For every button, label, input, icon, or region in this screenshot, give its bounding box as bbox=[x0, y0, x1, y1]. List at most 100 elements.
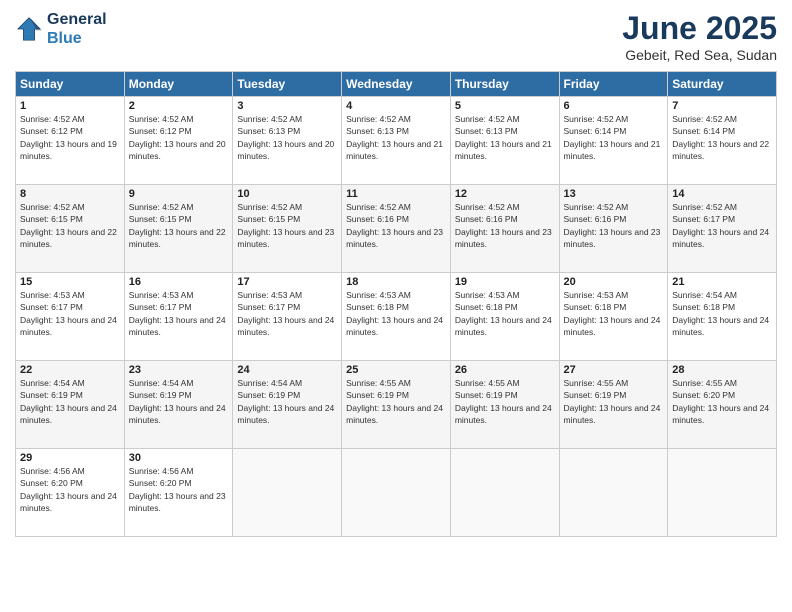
cell-info: Sunrise: 4:52 AMSunset: 6:15 PMDaylight:… bbox=[20, 202, 117, 249]
calendar-cell: 11 Sunrise: 4:52 AMSunset: 6:16 PMDaylig… bbox=[342, 185, 451, 273]
calendar-cell: 1 Sunrise: 4:52 AMSunset: 6:12 PMDayligh… bbox=[16, 97, 125, 185]
header: General Blue June 2025 Gebeit, Red Sea, … bbox=[15, 10, 777, 63]
day-header-thursday: Thursday bbox=[450, 72, 559, 97]
cell-info: Sunrise: 4:52 AMSunset: 6:15 PMDaylight:… bbox=[237, 202, 334, 249]
day-number: 16 bbox=[129, 276, 229, 288]
day-number: 7 bbox=[672, 100, 772, 112]
calendar-cell: 25 Sunrise: 4:55 AMSunset: 6:19 PMDaylig… bbox=[342, 361, 451, 449]
day-number: 26 bbox=[455, 364, 555, 376]
cell-info: Sunrise: 4:53 AMSunset: 6:18 PMDaylight:… bbox=[455, 290, 552, 337]
day-number: 24 bbox=[237, 364, 337, 376]
logo-icon bbox=[15, 15, 43, 43]
calendar-cell bbox=[559, 449, 668, 537]
location-subtitle: Gebeit, Red Sea, Sudan bbox=[622, 47, 777, 63]
cell-info: Sunrise: 4:56 AMSunset: 6:20 PMDaylight:… bbox=[20, 466, 117, 513]
calendar-cell: 15 Sunrise: 4:53 AMSunset: 6:17 PMDaylig… bbox=[16, 273, 125, 361]
cell-info: Sunrise: 4:52 AMSunset: 6:16 PMDaylight:… bbox=[455, 202, 552, 249]
calendar-cell: 5 Sunrise: 4:52 AMSunset: 6:13 PMDayligh… bbox=[450, 97, 559, 185]
day-number: 30 bbox=[129, 452, 229, 464]
cell-info: Sunrise: 4:55 AMSunset: 6:19 PMDaylight:… bbox=[346, 378, 443, 425]
logo: General Blue bbox=[15, 10, 107, 48]
calendar-cell: 2 Sunrise: 4:52 AMSunset: 6:12 PMDayligh… bbox=[124, 97, 233, 185]
day-header-wednesday: Wednesday bbox=[342, 72, 451, 97]
calendar-cell: 22 Sunrise: 4:54 AMSunset: 6:19 PMDaylig… bbox=[16, 361, 125, 449]
cell-info: Sunrise: 4:55 AMSunset: 6:19 PMDaylight:… bbox=[455, 378, 552, 425]
calendar-cell: 28 Sunrise: 4:55 AMSunset: 6:20 PMDaylig… bbox=[668, 361, 777, 449]
calendar-week-3: 15 Sunrise: 4:53 AMSunset: 6:17 PMDaylig… bbox=[16, 273, 777, 361]
calendar-week-4: 22 Sunrise: 4:54 AMSunset: 6:19 PMDaylig… bbox=[16, 361, 777, 449]
day-number: 28 bbox=[672, 364, 772, 376]
calendar-cell bbox=[342, 449, 451, 537]
page: General Blue June 2025 Gebeit, Red Sea, … bbox=[0, 0, 792, 612]
cell-info: Sunrise: 4:53 AMSunset: 6:18 PMDaylight:… bbox=[564, 290, 661, 337]
day-number: 6 bbox=[564, 100, 664, 112]
day-header-monday: Monday bbox=[124, 72, 233, 97]
cell-info: Sunrise: 4:52 AMSunset: 6:13 PMDaylight:… bbox=[346, 114, 443, 161]
logo-general: General bbox=[47, 10, 107, 29]
calendar-cell: 27 Sunrise: 4:55 AMSunset: 6:19 PMDaylig… bbox=[559, 361, 668, 449]
calendar-cell: 23 Sunrise: 4:54 AMSunset: 6:19 PMDaylig… bbox=[124, 361, 233, 449]
calendar-cell: 8 Sunrise: 4:52 AMSunset: 6:15 PMDayligh… bbox=[16, 185, 125, 273]
cell-info: Sunrise: 4:53 AMSunset: 6:18 PMDaylight:… bbox=[346, 290, 443, 337]
calendar-cell: 13 Sunrise: 4:52 AMSunset: 6:16 PMDaylig… bbox=[559, 185, 668, 273]
cell-info: Sunrise: 4:55 AMSunset: 6:19 PMDaylight:… bbox=[564, 378, 661, 425]
calendar-cell: 7 Sunrise: 4:52 AMSunset: 6:14 PMDayligh… bbox=[668, 97, 777, 185]
cell-info: Sunrise: 4:52 AMSunset: 6:16 PMDaylight:… bbox=[564, 202, 661, 249]
day-number: 22 bbox=[20, 364, 120, 376]
cell-info: Sunrise: 4:53 AMSunset: 6:17 PMDaylight:… bbox=[237, 290, 334, 337]
day-number: 20 bbox=[564, 276, 664, 288]
day-header-saturday: Saturday bbox=[668, 72, 777, 97]
cell-info: Sunrise: 4:54 AMSunset: 6:18 PMDaylight:… bbox=[672, 290, 769, 337]
day-number: 13 bbox=[564, 188, 664, 200]
day-number: 14 bbox=[672, 188, 772, 200]
day-number: 17 bbox=[237, 276, 337, 288]
day-number: 21 bbox=[672, 276, 772, 288]
cell-info: Sunrise: 4:52 AMSunset: 6:13 PMDaylight:… bbox=[237, 114, 334, 161]
calendar-cell bbox=[668, 449, 777, 537]
calendar-week-2: 8 Sunrise: 4:52 AMSunset: 6:15 PMDayligh… bbox=[16, 185, 777, 273]
day-number: 5 bbox=[455, 100, 555, 112]
calendar-cell: 10 Sunrise: 4:52 AMSunset: 6:15 PMDaylig… bbox=[233, 185, 342, 273]
day-number: 4 bbox=[346, 100, 446, 112]
cell-info: Sunrise: 4:52 AMSunset: 6:13 PMDaylight:… bbox=[455, 114, 552, 161]
calendar-cell: 30 Sunrise: 4:56 AMSunset: 6:20 PMDaylig… bbox=[124, 449, 233, 537]
calendar-cell: 16 Sunrise: 4:53 AMSunset: 6:17 PMDaylig… bbox=[124, 273, 233, 361]
calendar-cell: 17 Sunrise: 4:53 AMSunset: 6:17 PMDaylig… bbox=[233, 273, 342, 361]
calendar-table: SundayMondayTuesdayWednesdayThursdayFrid… bbox=[15, 71, 777, 537]
title-block: June 2025 Gebeit, Red Sea, Sudan bbox=[622, 10, 777, 63]
cell-info: Sunrise: 4:52 AMSunset: 6:14 PMDaylight:… bbox=[672, 114, 769, 161]
calendar-cell bbox=[233, 449, 342, 537]
cell-info: Sunrise: 4:54 AMSunset: 6:19 PMDaylight:… bbox=[20, 378, 117, 425]
calendar-cell: 20 Sunrise: 4:53 AMSunset: 6:18 PMDaylig… bbox=[559, 273, 668, 361]
calendar-cell: 14 Sunrise: 4:52 AMSunset: 6:17 PMDaylig… bbox=[668, 185, 777, 273]
cell-info: Sunrise: 4:52 AMSunset: 6:16 PMDaylight:… bbox=[346, 202, 443, 249]
calendar-header-row: SundayMondayTuesdayWednesdayThursdayFrid… bbox=[16, 72, 777, 97]
day-number: 18 bbox=[346, 276, 446, 288]
day-number: 9 bbox=[129, 188, 229, 200]
day-header-sunday: Sunday bbox=[16, 72, 125, 97]
cell-info: Sunrise: 4:52 AMSunset: 6:12 PMDaylight:… bbox=[129, 114, 226, 161]
cell-info: Sunrise: 4:53 AMSunset: 6:17 PMDaylight:… bbox=[20, 290, 117, 337]
day-number: 23 bbox=[129, 364, 229, 376]
day-number: 12 bbox=[455, 188, 555, 200]
cell-info: Sunrise: 4:52 AMSunset: 6:12 PMDaylight:… bbox=[20, 114, 117, 161]
cell-info: Sunrise: 4:54 AMSunset: 6:19 PMDaylight:… bbox=[129, 378, 226, 425]
calendar-week-1: 1 Sunrise: 4:52 AMSunset: 6:12 PMDayligh… bbox=[16, 97, 777, 185]
day-number: 27 bbox=[564, 364, 664, 376]
logo-text-block: General Blue bbox=[47, 10, 107, 48]
cell-info: Sunrise: 4:55 AMSunset: 6:20 PMDaylight:… bbox=[672, 378, 769, 425]
calendar-cell bbox=[450, 449, 559, 537]
calendar-cell: 29 Sunrise: 4:56 AMSunset: 6:20 PMDaylig… bbox=[16, 449, 125, 537]
cell-info: Sunrise: 4:52 AMSunset: 6:14 PMDaylight:… bbox=[564, 114, 661, 161]
calendar-cell: 19 Sunrise: 4:53 AMSunset: 6:18 PMDaylig… bbox=[450, 273, 559, 361]
day-header-friday: Friday bbox=[559, 72, 668, 97]
calendar-cell: 4 Sunrise: 4:52 AMSunset: 6:13 PMDayligh… bbox=[342, 97, 451, 185]
day-number: 11 bbox=[346, 188, 446, 200]
day-number: 3 bbox=[237, 100, 337, 112]
day-number: 8 bbox=[20, 188, 120, 200]
calendar-week-5: 29 Sunrise: 4:56 AMSunset: 6:20 PMDaylig… bbox=[16, 449, 777, 537]
day-number: 25 bbox=[346, 364, 446, 376]
calendar-cell: 6 Sunrise: 4:52 AMSunset: 6:14 PMDayligh… bbox=[559, 97, 668, 185]
logo-blue: Blue bbox=[47, 29, 107, 48]
cell-info: Sunrise: 4:52 AMSunset: 6:17 PMDaylight:… bbox=[672, 202, 769, 249]
